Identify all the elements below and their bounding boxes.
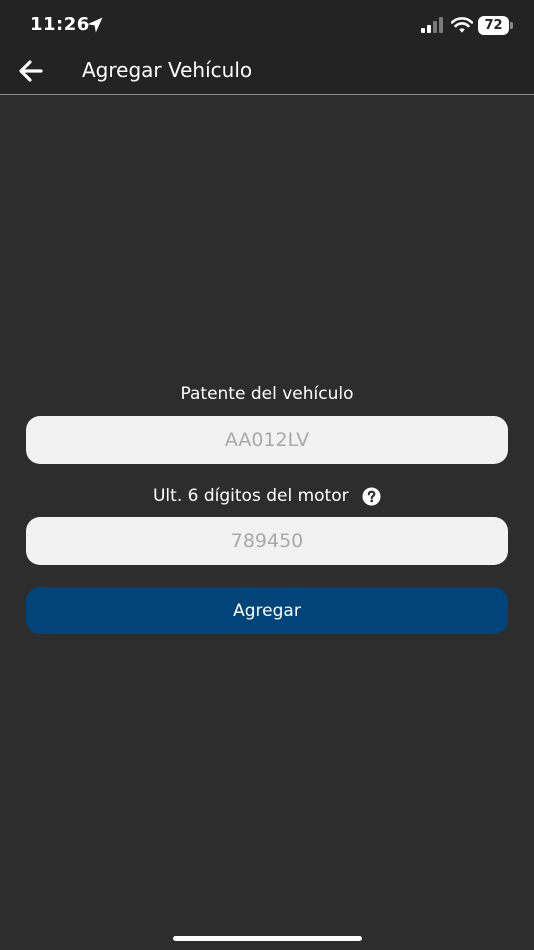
question-circle-icon[interactable] bbox=[362, 486, 381, 506]
plate-label: Patente del vehículo bbox=[180, 384, 354, 404]
page-title: Agregar Vehículo bbox=[82, 58, 253, 82]
status-time: 11:26 bbox=[30, 14, 90, 35]
plate-input[interactable] bbox=[26, 416, 508, 464]
location-arrow-icon bbox=[87, 17, 103, 33]
navigation-bar: Agregar Vehículo bbox=[0, 48, 534, 95]
arrow-left-icon bbox=[19, 60, 43, 82]
wifi-icon bbox=[451, 17, 473, 33]
cellular-signal-icon bbox=[421, 17, 443, 33]
motor-label-row: Ult. 6 dígitos del motor bbox=[0, 486, 534, 506]
add-button[interactable]: Agregar bbox=[26, 587, 508, 634]
battery-icon: 72 bbox=[478, 16, 514, 35]
motor-digits-input[interactable] bbox=[26, 517, 508, 565]
motor-label: Ult. 6 dígitos del motor bbox=[152, 486, 349, 506]
battery-level: 72 bbox=[484, 18, 503, 33]
battery-tip bbox=[510, 22, 513, 29]
back-button[interactable] bbox=[14, 54, 48, 88]
status-bar: 11:26 72 bbox=[0, 0, 534, 48]
home-indicator[interactable] bbox=[173, 936, 362, 941]
